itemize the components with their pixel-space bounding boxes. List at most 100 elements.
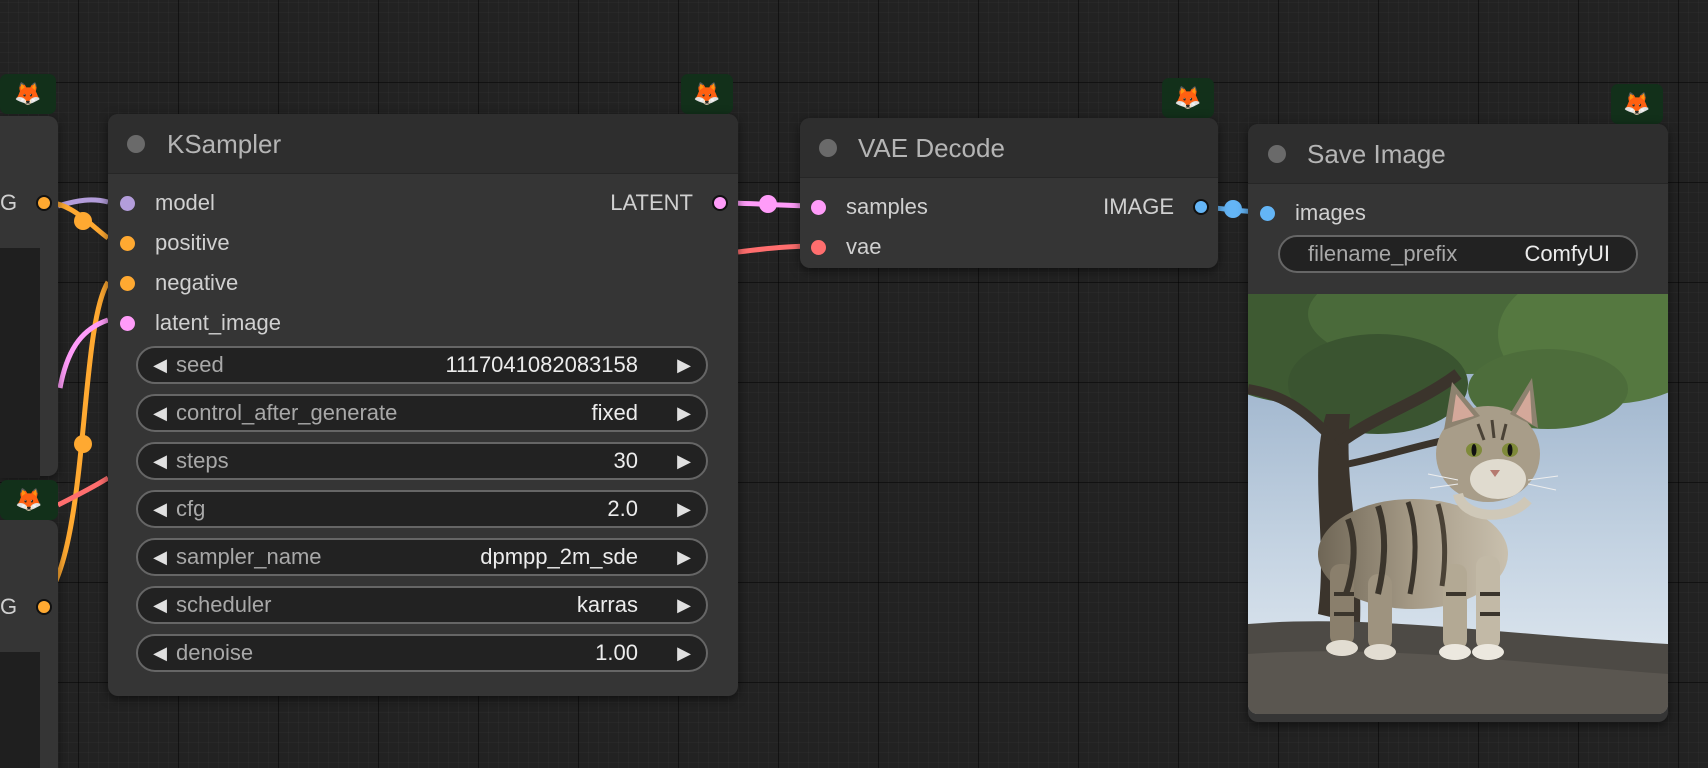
link-latent-midpoint[interactable] <box>759 195 777 213</box>
input-slot-negative[interactable]: negative <box>120 268 238 298</box>
widget-value-control-after-generate[interactable]: fixed <box>592 396 638 430</box>
input-slot-positive[interactable]: positive <box>120 228 230 258</box>
widget-sampler-name[interactable]: ◀ sampler_name dpmpp_2m_sde ▶ <box>136 538 708 576</box>
link-model[interactable] <box>57 197 109 209</box>
widget-label-filename-prefix: filename_prefix <box>1308 241 1458 266</box>
output-slot-image[interactable]: IMAGE <box>1103 192 1209 222</box>
output-dot-latent[interactable] <box>712 195 728 211</box>
offscreen-node-top[interactable] <box>0 116 58 478</box>
widget-control-after-generate[interactable]: ◀ control_after_generate fixed ▶ <box>136 394 708 432</box>
fox-badge-ksampler: 🦊 <box>681 74 733 114</box>
input-dot-positive[interactable] <box>120 235 135 251</box>
save-image-title-bar[interactable]: Save Image <box>1248 124 1668 184</box>
offscreen-node-bottom-preview <box>0 652 40 768</box>
collapse-toggle-dot[interactable] <box>819 139 837 157</box>
increment-arrow-icon[interactable]: ▶ <box>670 540 698 574</box>
widget-value-denoise[interactable]: 1.00 <box>595 636 638 670</box>
widget-label-denoise: denoise <box>176 640 254 665</box>
widget-value-scheduler[interactable]: karras <box>577 588 638 622</box>
widget-value-cfg[interactable]: 2.0 <box>607 492 638 526</box>
input-slot-model[interactable]: model <box>120 188 215 218</box>
input-label-vae: vae <box>846 234 882 259</box>
widget-steps[interactable]: ◀ steps 30 ▶ <box>136 442 708 480</box>
save-image-node[interactable]: Save Image images filename_prefix ComfyU… <box>1248 124 1668 722</box>
widget-label-steps: steps <box>176 448 229 473</box>
offscreen-top-output[interactable]: G <box>0 188 53 218</box>
link-image-midpoint[interactable] <box>1224 200 1242 218</box>
node-graph-canvas[interactable]: G 🦊 G 🦊 🦊 KSampler model positive negati… <box>0 0 1708 768</box>
decrement-arrow-icon[interactable]: ◀ <box>146 492 174 526</box>
fox-icon: 🦊 <box>15 487 43 512</box>
output-slot-latent[interactable]: LATENT <box>610 188 728 218</box>
link-positive-midpoint[interactable] <box>74 212 92 230</box>
offscreen-node-bottom[interactable] <box>0 520 58 768</box>
input-label-positive: positive <box>155 230 230 255</box>
input-slot-vae[interactable]: vae <box>811 232 881 262</box>
offscreen-bottom-output[interactable]: G <box>0 592 53 622</box>
widget-label-scheduler: scheduler <box>176 592 272 617</box>
offscreen-bottom-output-label: G <box>0 594 18 619</box>
fox-badge-offscreen-bottom: 🦊 <box>0 480 58 520</box>
input-label-samples: samples <box>846 194 928 219</box>
input-dot-negative[interactable] <box>120 275 135 291</box>
offscreen-bottom-output-dot[interactable] <box>36 599 53 615</box>
input-dot-latent-image[interactable] <box>120 315 135 331</box>
input-label-images: images <box>1295 200 1366 225</box>
fox-icon: 🦊 <box>693 81 721 106</box>
output-dot-image[interactable] <box>1193 199 1209 215</box>
widget-label-sampler-name: sampler_name <box>176 544 322 569</box>
increment-arrow-icon[interactable]: ▶ <box>670 396 698 430</box>
input-slot-images[interactable]: images <box>1260 198 1366 228</box>
widget-value-sampler-name[interactable]: dpmpp_2m_sde <box>480 540 638 574</box>
decrement-arrow-icon[interactable]: ◀ <box>146 636 174 670</box>
output-label-latent: LATENT <box>610 190 693 215</box>
fox-icon: 🦊 <box>1623 91 1651 116</box>
ksampler-title-bar[interactable]: KSampler <box>108 114 738 174</box>
fox-badge-offscreen-top: 🦊 <box>0 74 56 114</box>
input-label-latent-image: latent_image <box>155 310 281 335</box>
offscreen-node-top-preview <box>0 248 40 478</box>
widget-value-steps[interactable]: 30 <box>614 444 638 478</box>
ksampler-title: KSampler <box>167 129 282 159</box>
widget-filename-prefix[interactable]: filename_prefix ComfyUI <box>1278 235 1638 273</box>
input-label-negative: negative <box>155 270 239 295</box>
decrement-arrow-icon[interactable]: ◀ <box>146 348 174 382</box>
fox-icon: 🦊 <box>1174 85 1202 110</box>
vae-decode-title-bar[interactable]: VAE Decode <box>800 118 1218 178</box>
fox-badge-save-image: 🦊 <box>1611 84 1663 124</box>
increment-arrow-icon[interactable]: ▶ <box>670 636 698 670</box>
collapse-toggle-dot[interactable] <box>127 135 145 153</box>
input-slot-samples[interactable]: samples <box>811 192 928 222</box>
decrement-arrow-icon[interactable]: ◀ <box>146 396 174 430</box>
link-vae-in[interactable] <box>56 475 110 508</box>
input-dot-model[interactable] <box>120 195 135 211</box>
offscreen-top-output-label: G <box>0 190 18 215</box>
increment-arrow-icon[interactable]: ▶ <box>670 492 698 526</box>
widget-value-filename-prefix[interactable]: ComfyUI <box>1524 237 1610 271</box>
input-slot-latent-image[interactable]: latent_image <box>120 308 281 338</box>
collapse-toggle-dot[interactable] <box>1268 145 1286 163</box>
widget-denoise[interactable]: ◀ denoise 1.00 ▶ <box>136 634 708 672</box>
image-preview[interactable] <box>1248 294 1668 714</box>
cat-image-icon <box>1248 294 1668 714</box>
input-dot-samples[interactable] <box>811 199 826 215</box>
link-latent-image[interactable] <box>57 317 109 389</box>
vae-decode-node[interactable]: VAE Decode samples vae IMAGE <box>800 118 1218 268</box>
decrement-arrow-icon[interactable]: ◀ <box>146 588 174 622</box>
decrement-arrow-icon[interactable]: ◀ <box>146 444 174 478</box>
widget-scheduler[interactable]: ◀ scheduler karras ▶ <box>136 586 708 624</box>
increment-arrow-icon[interactable]: ▶ <box>670 588 698 622</box>
fox-icon: 🦊 <box>14 81 42 106</box>
ksampler-node[interactable]: KSampler model positive negative latent_… <box>108 114 738 696</box>
increment-arrow-icon[interactable]: ▶ <box>670 348 698 382</box>
widget-cfg[interactable]: ◀ cfg 2.0 ▶ <box>136 490 708 528</box>
increment-arrow-icon[interactable]: ▶ <box>670 444 698 478</box>
output-label-image: IMAGE <box>1103 194 1174 219</box>
input-dot-images[interactable] <box>1260 205 1275 221</box>
offscreen-top-output-dot[interactable] <box>36 195 53 211</box>
widget-value-seed[interactable]: 1117041082083158 <box>446 348 639 382</box>
widget-seed[interactable]: ◀ seed 1117041082083158 ▶ <box>136 346 708 384</box>
input-dot-vae[interactable] <box>811 239 826 255</box>
link-negative-midpoint[interactable] <box>74 435 92 453</box>
decrement-arrow-icon[interactable]: ◀ <box>146 540 174 574</box>
